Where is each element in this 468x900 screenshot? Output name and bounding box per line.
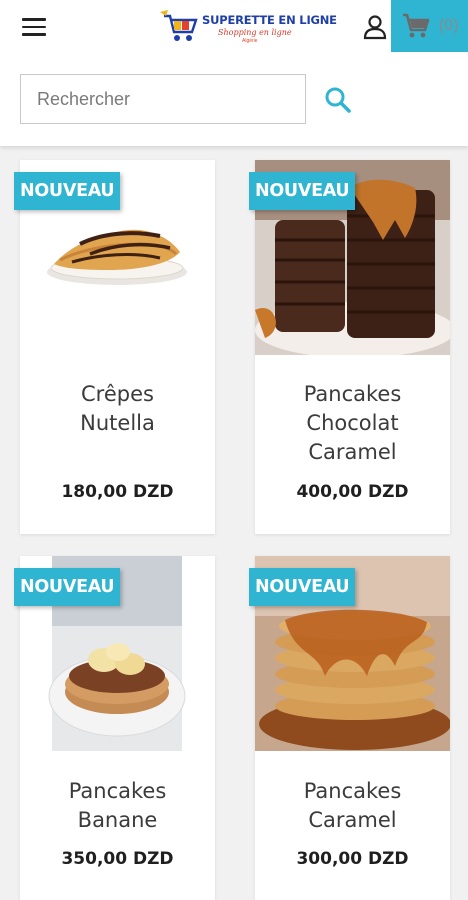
logo-subtitle: Shopping en ligne — [218, 28, 292, 37]
product-card[interactable]: NOUVEAU Pancakes Chocolat Caramel 400,00… — [249, 160, 450, 534]
site-logo[interactable]: SUPERETTE EN LIGNE Shopping en ligne Alg… — [158, 6, 337, 46]
user-icon[interactable] — [360, 12, 390, 42]
new-badge: NOUVEAU — [14, 568, 121, 606]
product-name[interactable]: Crêpes Nutella — [20, 380, 215, 438]
product-card[interactable]: NOUVEAU Pancakes Caramel 300,00 DZD — [249, 556, 450, 900]
cart-icon — [402, 13, 430, 38]
site-header: SUPERETTE EN LIGNE Shopping en ligne Alg… — [0, 0, 468, 146]
logo-cart-icon — [160, 10, 198, 41]
product-name[interactable]: Pancakes Chocolat Caramel — [255, 380, 450, 467]
search-icon[interactable] — [322, 84, 354, 116]
menu-button[interactable] — [18, 12, 50, 42]
search-input[interactable] — [20, 74, 306, 124]
hamburger-icon-bar — [22, 33, 46, 36]
product-price: 400,00 DZD — [296, 482, 409, 502]
product-card[interactable]: NOUVEAU Pancakes Banane 350,00 DZD — [14, 556, 215, 900]
product-name[interactable]: Pancakes Banane — [20, 777, 215, 835]
hamburger-icon-bar — [22, 25, 46, 29]
logo-title: SUPERETTE EN LIGNE — [202, 13, 337, 27]
product-card[interactable]: NOUVEAU Crêpes Nutella 180,00 DZD — [14, 160, 215, 534]
cart-count: (0) — [438, 17, 459, 34]
hamburger-icon-bar — [22, 18, 46, 21]
new-badge: NOUVEAU — [249, 568, 356, 606]
product-name[interactable]: Pancakes Caramel — [255, 777, 450, 835]
cart-button[interactable]: (0) — [391, 0, 468, 52]
new-badge: NOUVEAU — [14, 172, 121, 210]
logo-tagline: Algérie — [242, 38, 258, 44]
product-price: 350,00 DZD — [61, 849, 174, 869]
new-badge: NOUVEAU — [249, 172, 356, 210]
product-price: 180,00 DZD — [61, 482, 174, 502]
product-price: 300,00 DZD — [296, 849, 409, 869]
